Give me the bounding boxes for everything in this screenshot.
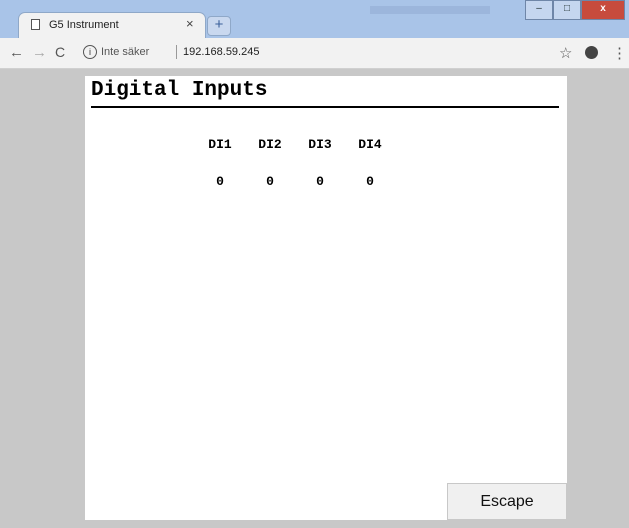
- url-text[interactable]: 192.168.59.245: [183, 46, 259, 58]
- di2-label: DI2: [258, 137, 282, 152]
- bookmark-star-icon[interactable]: ☆: [559, 44, 572, 62]
- di3-value: 0: [316, 174, 324, 189]
- escape-button[interactable]: Escape: [447, 483, 567, 520]
- address-separator: [176, 45, 177, 59]
- di2-value: 0: [266, 174, 274, 189]
- security-label: Inte säker: [101, 46, 150, 58]
- forward-icon[interactable]: →: [32, 44, 47, 61]
- di4-label: DI4: [358, 137, 382, 152]
- tab-strip: G5 Instrument × + – □ x: [0, 0, 629, 38]
- reload-icon[interactable]: C: [55, 44, 65, 60]
- di4-value: 0: [366, 174, 374, 189]
- profile-icon[interactable]: [585, 46, 598, 59]
- di1-value: 0: [216, 174, 224, 189]
- tab-title: G5 Instrument: [49, 19, 119, 31]
- info-icon[interactable]: i: [83, 45, 97, 59]
- page-content: Digital Inputs DI1 DI2 DI3 DI4 0 0 0 0 E…: [85, 76, 567, 520]
- browser-toolbar: ← → C i Inte säker 192.168.59.245: [0, 38, 629, 69]
- browser-tab[interactable]: G5 Instrument ×: [19, 13, 205, 38]
- menu-icon[interactable]: ⋮: [612, 44, 627, 62]
- window-title-blur: [370, 6, 490, 14]
- back-icon[interactable]: ←: [9, 44, 24, 61]
- new-tab-button[interactable]: +: [207, 16, 231, 36]
- di3-label: DI3: [308, 137, 332, 152]
- address-bar[interactable]: i Inte säker 192.168.59.245: [77, 42, 457, 64]
- tab-close-icon[interactable]: ×: [186, 16, 194, 31]
- maximize-button[interactable]: □: [553, 0, 581, 20]
- minimize-button[interactable]: –: [525, 0, 553, 20]
- page-icon: [31, 19, 40, 30]
- window-controls: – □ x: [525, 0, 625, 20]
- page-title: Digital Inputs: [91, 79, 268, 102]
- di1-label: DI1: [208, 137, 232, 152]
- title-divider: [91, 106, 559, 108]
- close-window-button[interactable]: x: [581, 0, 625, 20]
